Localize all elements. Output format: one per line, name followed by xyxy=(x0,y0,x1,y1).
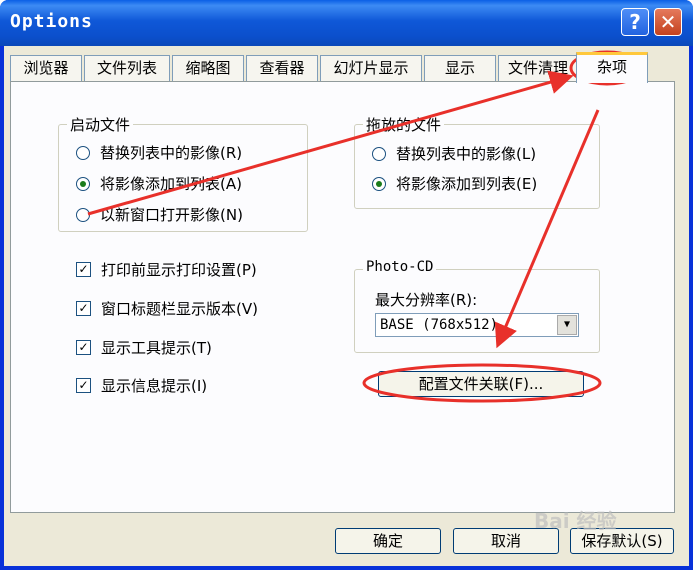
resolution-value: BASE (768x512) xyxy=(380,317,499,333)
drop-group-legend: 拖放的文件 xyxy=(363,114,445,135)
checkmark-icon: ✓ xyxy=(76,340,91,355)
close-button[interactable]: ✕ xyxy=(654,8,682,36)
checkmark-icon: ✓ xyxy=(76,378,91,393)
radio-label: 以新窗口打开影像(N) xyxy=(100,206,243,224)
checkbox-print-settings[interactable]: ✓ 打印前显示打印设置(P) xyxy=(76,259,257,280)
checkmark-icon: ✓ xyxy=(76,262,91,277)
radio-drop-add[interactable]: 将影像添加到列表(E) xyxy=(372,173,537,194)
checkmark-icon: ✓ xyxy=(76,301,91,316)
tab-file-cleanup[interactable]: 文件清理 xyxy=(498,55,578,81)
title-bar: Options ? ✕ xyxy=(0,0,693,46)
radio-drop-replace[interactable]: 替换列表中的影像(L) xyxy=(372,143,536,164)
startup-group-legend: 启动文件 xyxy=(67,114,134,135)
radio-indicator xyxy=(76,207,90,222)
checkbox-label: 窗口标题栏显示版本(V) xyxy=(101,300,258,318)
resolution-label: 最大分辨率(R): xyxy=(375,291,478,309)
radio-startup-replace[interactable]: 替换列表中的影像(R) xyxy=(76,142,242,163)
radio-label: 将影像添加到列表(E) xyxy=(396,175,538,193)
ok-button[interactable]: 确定 xyxy=(335,528,441,554)
radio-startup-add[interactable]: 将影像添加到列表(A) xyxy=(76,173,242,194)
radio-startup-new-window[interactable]: 以新窗口打开影像(N) xyxy=(76,204,243,225)
tab-slideshow[interactable]: 幻灯片显示 xyxy=(320,55,422,81)
radio-label: 替换列表中的影像(L) xyxy=(396,145,537,163)
checkbox-label: 显示信息提示(I) xyxy=(101,377,208,395)
radio-label: 替换列表中的影像(R) xyxy=(100,144,243,162)
radio-indicator xyxy=(372,176,386,191)
help-button[interactable]: ? xyxy=(621,8,649,36)
radio-indicator xyxy=(372,146,386,161)
photo-cd-group: Photo-CD xyxy=(354,259,600,353)
tab-file-list[interactable]: 文件列表 xyxy=(84,55,170,81)
radio-indicator xyxy=(76,145,90,160)
dropped-files-group: 拖放的文件 xyxy=(354,114,600,209)
watermark-logo: Bai 经验 xyxy=(534,509,617,533)
radio-label: 将影像添加到列表(A) xyxy=(100,175,242,193)
checkbox-label: 显示工具提示(T) xyxy=(101,339,212,357)
window-title: Options xyxy=(10,11,93,32)
photo-cd-legend: Photo-CD xyxy=(363,259,437,275)
checkbox-info-tips[interactable]: ✓ 显示信息提示(I) xyxy=(76,375,207,396)
resolution-select[interactable]: BASE (768x512) ▼ xyxy=(375,313,579,337)
tab-misc[interactable]: 杂项 xyxy=(576,52,648,83)
checkbox-tooltips[interactable]: ✓ 显示工具提示(T) xyxy=(76,337,212,358)
configure-file-association-button[interactable]: 配置文件关联(F)... xyxy=(378,371,584,397)
tab-viewer[interactable]: 查看器 xyxy=(246,55,318,81)
tab-browser[interactable]: 浏览器 xyxy=(10,55,82,81)
tab-display[interactable]: 显示 xyxy=(424,55,496,81)
dropdown-arrow-icon[interactable]: ▼ xyxy=(557,315,577,335)
checkbox-label: 打印前显示打印设置(P) xyxy=(101,261,257,279)
checkbox-title-version[interactable]: ✓ 窗口标题栏显示版本(V) xyxy=(76,298,258,319)
tab-thumbnail[interactable]: 缩略图 xyxy=(172,55,244,81)
radio-indicator xyxy=(76,176,90,191)
